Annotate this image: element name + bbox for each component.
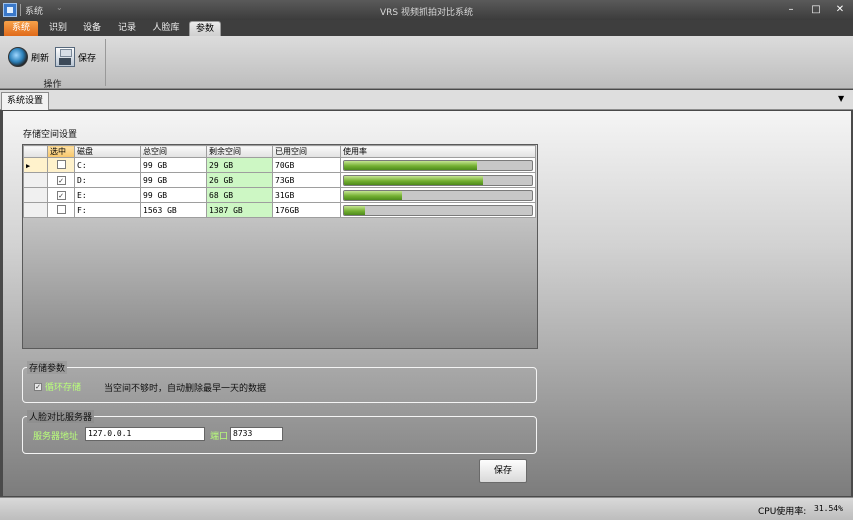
ribbon-group-label: 操作 xyxy=(43,80,62,90)
row-indicator[interactable]: ▶ xyxy=(23,157,48,173)
usage-cell[interactable] xyxy=(340,187,536,203)
save-floppy-icon xyxy=(55,47,75,67)
server-port-input[interactable]: 8733 xyxy=(230,427,283,441)
free-space-cell[interactable]: 26 GB xyxy=(206,172,273,188)
column-header-disk[interactable]: 磁盘 xyxy=(74,145,141,158)
doc-tab-system-settings[interactable]: 系统设置 xyxy=(1,92,49,110)
row-select-checkbox[interactable] xyxy=(56,159,66,169)
ribbon-tab-bar: 系统 识别 设备 记录 人脸库 参数 xyxy=(0,20,853,36)
usage-cell[interactable] xyxy=(340,157,536,173)
used-space-cell[interactable]: 70GB xyxy=(272,157,341,173)
storage-table: 选中 磁盘 总空间 剩余空间 已用空间 使用率 ▶ C: 99 GB 29 GB 70G… xyxy=(23,145,536,218)
usage-progress-bar xyxy=(343,174,533,186)
disk-cell[interactable]: F: xyxy=(74,202,141,218)
used-space-cell[interactable]: 176GB xyxy=(272,202,341,218)
usage-progress-fill xyxy=(344,205,365,215)
column-header-usage[interactable]: 使用率 xyxy=(340,145,536,158)
used-space-cell[interactable]: 31GB xyxy=(272,187,341,203)
loop-storage-checkbox[interactable]: ✓ 循环存储 xyxy=(34,380,81,393)
disk-cell[interactable]: D: xyxy=(74,172,141,188)
tab-face-library[interactable]: 人脸库 xyxy=(147,21,185,36)
tab-parameters[interactable]: 参数 xyxy=(189,21,221,36)
face-server-legend: 人脸对比服务器 xyxy=(27,410,95,423)
row-select-checkbox[interactable]: ✓ xyxy=(56,175,66,185)
free-space-cell[interactable]: 68 GB xyxy=(206,187,273,203)
table-header-row: 选中 磁盘 总空间 剩余空间 已用空间 使用率 xyxy=(23,145,536,158)
column-header-selected[interactable]: 选中 xyxy=(47,145,75,158)
usage-cell[interactable] xyxy=(340,202,536,218)
column-header-free[interactable]: 剩余空间 xyxy=(206,145,273,158)
ribbon: 刷新 保存 操作 xyxy=(0,36,853,90)
total-space-cell[interactable]: 99 GB xyxy=(140,187,207,203)
title-bar: 系统 ⌄ VRS 视频抓拍对比系统 – □ ✕ xyxy=(0,0,853,20)
storage-grid[interactable]: 选中 磁盘 总空间 剩余空间 已用空间 使用率 ▶ C: 99 GB 29 GB 70G… xyxy=(22,144,538,349)
storage-params-legend: 存储参数 xyxy=(27,361,68,374)
table-row[interactable]: ▶ C: 99 GB 29 GB 70GB xyxy=(23,157,536,173)
close-button[interactable]: ✕ xyxy=(832,3,848,17)
tab-recognition[interactable]: 识别 xyxy=(42,21,74,36)
loop-storage-check-icon[interactable]: ✓ xyxy=(34,382,42,391)
maximize-button[interactable]: □ xyxy=(808,3,824,17)
used-space-cell[interactable]: 73GB xyxy=(272,172,341,188)
tab-dropdown-icon[interactable]: ▼ xyxy=(838,94,844,103)
loop-storage-label: 循环存储 xyxy=(45,383,82,393)
table-row[interactable]: ✓ E: 99 GB 68 GB 31GB xyxy=(23,187,536,203)
refresh-button[interactable]: 刷新 xyxy=(8,45,49,69)
row-indicator[interactable] xyxy=(23,202,48,218)
table-row[interactable]: ✓ D: 99 GB 26 GB 73GB xyxy=(23,172,536,188)
total-space-cell[interactable]: 99 GB xyxy=(140,172,207,188)
row-indicator[interactable] xyxy=(23,187,48,203)
row-indicator-header xyxy=(23,145,48,158)
settings-panel: 存储空间设置 选中 磁盘 总空间 剩余空间 已用空间 使用率 ▶ C: 99 GB 2… xyxy=(3,111,851,496)
usage-progress-fill xyxy=(344,190,403,200)
column-header-total[interactable]: 总空间 xyxy=(140,145,207,158)
row-select-checkbox[interactable]: ✓ xyxy=(56,190,66,200)
row-select-cell[interactable] xyxy=(47,202,75,218)
tab-record[interactable]: 记录 xyxy=(112,21,142,36)
save-button[interactable]: 保存 xyxy=(479,459,527,483)
row-select-cell[interactable]: ✓ xyxy=(47,172,75,188)
document-tab-bar: 系统设置 ▼ xyxy=(0,90,853,110)
server-address-label: 服务器地址 xyxy=(33,432,79,442)
disk-cell[interactable]: E: xyxy=(74,187,141,203)
row-select-checkbox[interactable] xyxy=(56,204,66,214)
ribbon-save-label: 保存 xyxy=(78,53,97,64)
refresh-label: 刷新 xyxy=(31,53,50,64)
disk-cell[interactable]: C: xyxy=(74,157,141,173)
server-port-label: 端口 xyxy=(210,432,229,442)
minimize-button[interactable]: – xyxy=(783,3,799,17)
usage-progress-bar xyxy=(343,204,533,216)
storage-params-group: 存储参数 ✓ 循环存储 当空间不够时，自动删除最早一天的数据 xyxy=(22,361,537,403)
refresh-icon xyxy=(8,47,28,67)
current-row-arrow-icon: ▶ xyxy=(26,161,31,170)
face-server-group: 人脸对比服务器 服务器地址 127.0.0.1 端口 8733 xyxy=(22,410,537,454)
server-address-input[interactable]: 127.0.0.1 xyxy=(85,427,205,441)
free-space-cell[interactable]: 1387 GB xyxy=(206,202,273,218)
status-bar: CPU使用率: 31.54% xyxy=(0,497,853,520)
loop-storage-hint: 当空间不够时，自动删除最早一天的数据 xyxy=(104,384,267,394)
total-space-cell[interactable]: 99 GB xyxy=(140,157,207,173)
ribbon-group-divider xyxy=(105,39,106,86)
ribbon-save-button[interactable]: 保存 xyxy=(55,45,96,69)
total-space-cell[interactable]: 1563 GB xyxy=(140,202,207,218)
free-space-cell[interactable]: 29 GB xyxy=(206,157,273,173)
storage-section-title: 存储空间设置 xyxy=(23,130,78,140)
tab-device[interactable]: 设备 xyxy=(77,21,107,36)
storage-rows: ▶ C: 99 GB 29 GB 70GB ✓ D: 99 GB 26 GB 73GB ✓ E: 99 … xyxy=(23,157,536,218)
usage-progress-fill xyxy=(344,160,478,170)
table-row[interactable]: F: 1563 GB 1387 GB 176GB xyxy=(23,202,536,218)
usage-progress-bar xyxy=(343,189,533,201)
usage-progress-bar xyxy=(343,159,533,171)
row-select-cell[interactable] xyxy=(47,157,75,173)
cpu-usage-value: 31.54% xyxy=(814,504,843,513)
window-title: VRS 视频抓拍对比系统 xyxy=(380,8,473,18)
row-indicator[interactable] xyxy=(23,172,48,188)
row-select-cell[interactable]: ✓ xyxy=(47,187,75,203)
tab-system[interactable]: 系统 xyxy=(4,21,38,36)
column-header-used[interactable]: 已用空间 xyxy=(272,145,341,158)
usage-progress-fill xyxy=(344,175,484,185)
cpu-usage-label: CPU使用率: xyxy=(758,507,807,517)
usage-cell[interactable] xyxy=(340,172,536,188)
